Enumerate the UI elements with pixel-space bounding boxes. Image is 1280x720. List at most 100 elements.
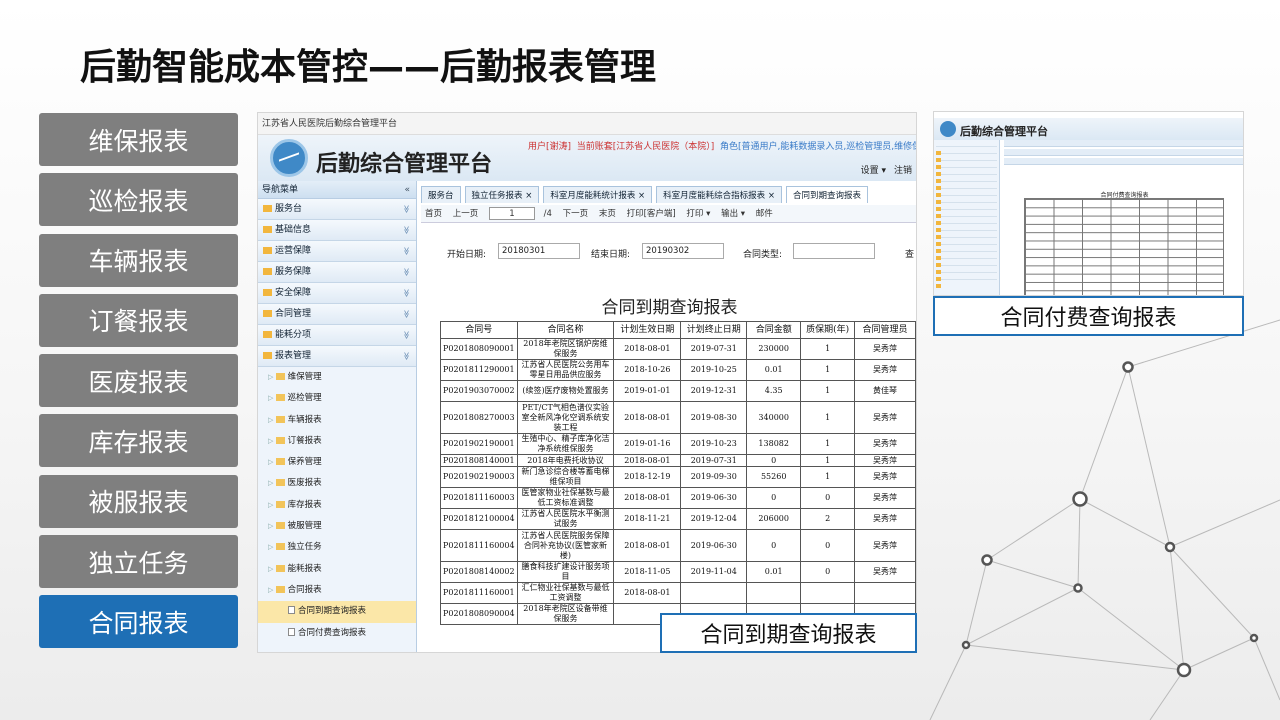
- logout-button[interactable]: 注销: [894, 166, 912, 176]
- tree-leaf-contract-expiry[interactable]: 合同到期查询报表: [258, 601, 416, 623]
- export-button[interactable]: 输出 ▾: [721, 209, 745, 219]
- nav-sidebar: 导航菜单 服务台 基础信息 运营保障 服务保障 安全保障 合同管理 能耗分项 报…: [258, 181, 417, 652]
- tab-energy-index[interactable]: 科室月度能耗综合指标报表 ×: [656, 186, 782, 203]
- column-header: 计划生效日期: [613, 321, 682, 339]
- tree-item[interactable]: 独立任务: [258, 537, 416, 558]
- prev-page-button[interactable]: 上一页: [453, 209, 479, 219]
- print-button[interactable]: 打印 ▾: [686, 209, 710, 219]
- heartbeat-logo-icon: [270, 139, 308, 177]
- menu-item-vehicle-report[interactable]: 车辆报表: [39, 233, 238, 287]
- table-row[interactable]: P0201903070002 (续签)医疗废物处置服务 2019-01-01 2019…: [440, 380, 916, 402]
- thumb-header: 后勤综合管理平台: [934, 118, 1243, 140]
- menu-item-inspection-report[interactable]: 巡检报表: [39, 173, 238, 227]
- document-icon: [288, 627, 295, 636]
- nav-item[interactable]: 能耗分项: [258, 325, 416, 346]
- nav-item[interactable]: 合同管理: [258, 304, 416, 325]
- column-header: 质保期(年): [800, 321, 856, 339]
- caption-contract-expiry: 合同到期查询报表: [660, 613, 917, 653]
- user-info: 用户[谢涛] 当前账套[江苏省人民医院（本院）] 角色[普通用户,能耗数据录入员…: [528, 142, 917, 152]
- app-top-bar: 江苏省人民医院后勤综合管理平台: [258, 113, 916, 135]
- nav-item[interactable]: 服务保障: [258, 262, 416, 283]
- folder-icon: [275, 500, 285, 508]
- table-row[interactable]: P0201808140002 膳食科技扩建设计服务项目 2018-11-05 2019…: [440, 561, 916, 583]
- menu-item-contract-report[interactable]: 合同报表: [39, 595, 238, 649]
- folder-icon: [275, 543, 285, 551]
- tab-energy-stats[interactable]: 科室月度能耗统计报表 ×: [543, 186, 653, 203]
- table-row[interactable]: P0201811290001 江苏省人民医院公务用车零星日用品供应服务 2018-1…: [440, 359, 916, 381]
- folder-icon: [275, 458, 285, 466]
- first-page-button[interactable]: 首页: [425, 209, 442, 219]
- main-screenshot: 江苏省人民医院后勤综合管理平台 后勤综合管理平台 用户[谢涛] 当前账套[江苏省…: [257, 112, 917, 653]
- nav-item[interactable]: 安全保障: [258, 283, 416, 304]
- menu-item-inventory-report[interactable]: 库存报表: [39, 414, 238, 468]
- folder-icon: [275, 436, 285, 444]
- nav-header: 导航菜单: [258, 181, 416, 199]
- payment-report-screenshot: 后勤综合管理平台 合同付费查询报表: [933, 111, 1244, 296]
- tree-item-contract-report[interactable]: 合同报表: [258, 580, 416, 601]
- tab-contract-expiry[interactable]: 合同到期查询报表: [786, 186, 869, 203]
- menu-item-bedding-report[interactable]: 被服报表: [39, 474, 238, 528]
- folder-icon: [275, 373, 285, 380]
- tree-item[interactable]: 库存报表: [258, 495, 416, 516]
- tree-item[interactable]: 保养管理: [258, 452, 416, 473]
- thumb-main: 合同付费查询报表: [1004, 140, 1243, 295]
- column-header: 合同金额: [746, 321, 802, 339]
- nav-item[interactable]: 基础信息: [258, 220, 416, 241]
- end-date-label: 结束日期:: [591, 250, 631, 260]
- table-row[interactable]: P0201808140001 2018年电费托收协议 2018-08-01 2019-…: [440, 454, 916, 467]
- menu-item-independent-task[interactable]: 独立任务: [39, 535, 238, 589]
- table-row[interactable]: P0201811160001 汇仁物业社保基数与最低工资调整 2018-08-01: [440, 582, 916, 604]
- table-row[interactable]: P0201812100004 江苏省人民医院水平衡测试服务 2018-11-21 20…: [440, 508, 916, 530]
- tree-leaf-contract-payment[interactable]: 合同付费查询报表: [258, 623, 416, 644]
- folder-icon: [275, 522, 285, 530]
- tree-item[interactable]: 维保管理: [258, 367, 416, 388]
- query-button[interactable]: 查: [905, 247, 914, 260]
- next-page-button[interactable]: 下一页: [563, 209, 589, 219]
- report-menu: 维保报表 巡检报表 车辆报表 订餐报表 医废报表 库存报表 被服报表 独立任务 …: [39, 113, 238, 656]
- nav-item-report-management[interactable]: 报表管理: [258, 346, 416, 367]
- tab-independent-task[interactable]: 独立任务报表 ×: [464, 186, 540, 203]
- settings-button[interactable]: 设置 ▾: [861, 166, 886, 176]
- tree-item[interactable]: 被服管理: [258, 516, 416, 537]
- app-header: 后勤综合管理平台 用户[谢涛] 当前账套[江苏省人民医院（本院）] 角色[普通用…: [258, 135, 916, 181]
- contract-expiry-table: 合同号 合同名称 计划生效日期 计划终止日期 合同金额 质保期(年) 合同管理员…: [440, 321, 916, 625]
- folder-icon: [275, 415, 285, 423]
- tree-item[interactable]: 医废报表: [258, 473, 416, 494]
- page-input[interactable]: 1: [488, 207, 535, 220]
- nav-item[interactable]: 服务台: [258, 199, 416, 220]
- mail-button[interactable]: 邮件: [756, 209, 773, 219]
- header-actions: 设置 ▾ 注销: [853, 163, 912, 176]
- tree-item[interactable]: 巡检管理: [258, 388, 416, 409]
- folder-icon: [275, 479, 285, 487]
- contract-type-label: 合同类型:: [743, 250, 783, 260]
- column-header: 合同管理员: [854, 321, 916, 339]
- nav-item[interactable]: 运营保障: [258, 241, 416, 262]
- thumb-sidebar: [934, 140, 1000, 295]
- start-date-field[interactable]: 20180301: [498, 243, 580, 259]
- folder-icon: [275, 394, 285, 402]
- thumb-app-title: 后勤综合管理平台: [960, 125, 1048, 138]
- table-row[interactable]: P0201808270003 PET/CT气相色谱仪实验室全新风净化空调系统安装工…: [440, 401, 916, 434]
- end-date-field[interactable]: 20190302: [642, 243, 724, 259]
- filter-bar: 开始日期: 20180301 结束日期: 20190302 合同类型: 查: [421, 225, 916, 285]
- tree-item[interactable]: 订餐报表: [258, 431, 416, 452]
- tree-item[interactable]: 能耗报表: [258, 559, 416, 580]
- tab-service-desk[interactable]: 服务台: [421, 186, 461, 203]
- table-row[interactable]: P0201811160004 江苏省人民医院服务保障合同补充协议(医管家新楼) 20…: [440, 529, 916, 562]
- print-client-button[interactable]: 打印[客户端]: [627, 209, 676, 219]
- table-row[interactable]: P0201902190003 新门急诊综合楼等蓄电梯维保项目 2018-12-19 2…: [440, 466, 916, 488]
- tree-item[interactable]: 车辆报表: [258, 410, 416, 431]
- caption-contract-payment: 合同付费查询报表: [933, 296, 1244, 336]
- slide-title: 后勤智能成本管控——后勤报表管理: [80, 47, 657, 88]
- menu-item-maintenance-report[interactable]: 维保报表: [39, 113, 238, 166]
- tab-bar: 服务台 独立任务报表 × 科室月度能耗统计报表 × 科室月度能耗综合指标报表 × 合同到…: [421, 183, 916, 203]
- menu-item-medical-waste-report[interactable]: 医废报表: [39, 354, 238, 408]
- column-header: 合同名称: [516, 321, 615, 339]
- table-row[interactable]: P0201808090001 2018年老院区锅炉房维保服务 2018-08-01 2…: [440, 338, 916, 360]
- folder-icon: [275, 564, 285, 572]
- contract-type-select[interactable]: [793, 243, 875, 259]
- menu-item-meal-report[interactable]: 订餐报表: [39, 293, 238, 347]
- table-row[interactable]: P0201902190001 生殖中心、精子库净化洁净系统维保服务 2019-01-…: [440, 433, 916, 455]
- table-row[interactable]: P0201811160003 医管家物业社保基数与最低工资标准调整 2018-08-…: [440, 487, 916, 509]
- last-page-button[interactable]: 末页: [599, 209, 616, 219]
